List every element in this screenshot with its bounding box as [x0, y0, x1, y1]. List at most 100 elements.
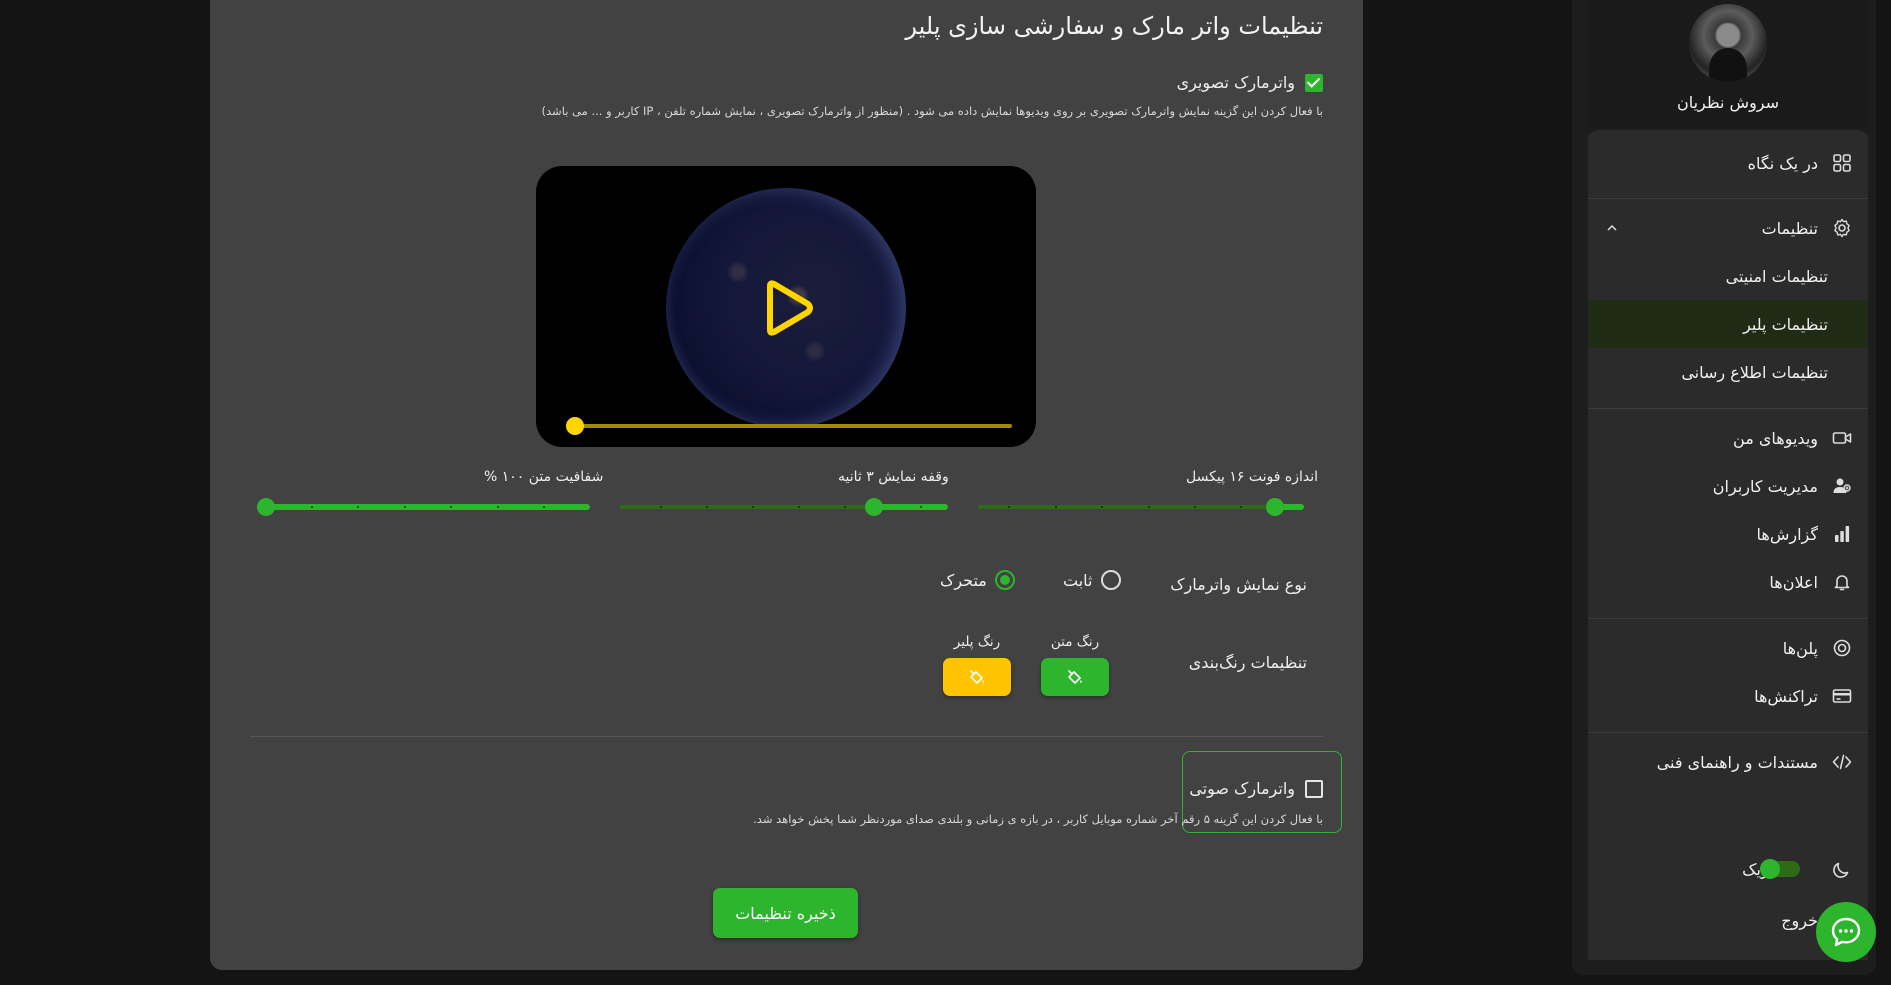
credit-card-icon: [1832, 689, 1852, 703]
sidebar-item-label: اعلان‌ها: [1769, 572, 1818, 592]
moon-icon: [1833, 862, 1849, 878]
audio-watermark-label: واترمارک صوتی: [1189, 779, 1295, 798]
sidebar-item-label: در یک نگاه: [1747, 153, 1818, 173]
display-interval-knob[interactable]: [865, 498, 883, 516]
sidebar-item-docs[interactable]: مستندات و راهنمای فنی: [1588, 738, 1868, 786]
sidebar-item-settings[interactable]: تنظیمات: [1588, 204, 1868, 252]
slider-tick: [497, 506, 499, 508]
sidebar-item-reports[interactable]: گزارش‌ها: [1588, 510, 1868, 558]
player-preview[interactable]: [536, 166, 1036, 447]
sidebar-item-user-management[interactable]: مدیریت کاربران: [1588, 462, 1868, 510]
image-watermark-label: واترمارک تصویری: [1176, 73, 1295, 92]
code-icon: [1832, 754, 1852, 770]
profile-card: سروش نظریان: [1588, 0, 1868, 128]
text-color-label: رنگ متن: [1050, 634, 1100, 650]
slider-tick: [752, 506, 754, 508]
menu-separator: [1588, 732, 1868, 733]
sidebar-item-my-videos[interactable]: ویدیوهای من: [1588, 414, 1868, 462]
bar-chart-icon: [1835, 526, 1850, 542]
font-size-label: اندازه فونت ۱۶ پیکسل: [1186, 469, 1319, 485]
sidebar-item-notification-settings[interactable]: تنظیمات اطلاع رسانی: [1588, 348, 1868, 396]
sidebar-item-label: تنظیمات اطلاع رسانی: [1681, 362, 1828, 382]
slider-tick: [844, 506, 846, 508]
sidebar-item-player-settings[interactable]: تنظیمات پلیر: [1588, 300, 1868, 348]
sidebar-item-transactions[interactable]: تراکنش‌ها: [1588, 672, 1868, 720]
menu-separator: [1588, 618, 1868, 619]
audio-watermark-checkbox[interactable]: [1305, 779, 1323, 798]
sidebar-item-label: تنظیمات: [1761, 218, 1818, 238]
sidebar-item-label: مستندات و راهنمای فنی: [1656, 752, 1818, 772]
slider-tick: [1240, 506, 1242, 508]
sidebar-item-label: پلن‌ها: [1782, 638, 1818, 658]
sidebar-item-label: تراکنش‌ها: [1754, 686, 1818, 706]
radio-animated[interactable]: متحرک: [940, 570, 1015, 590]
sidebar-item-label: خروج: [1781, 910, 1818, 930]
radio-static[interactable]: ثابت: [1063, 570, 1121, 590]
slider-tick: [357, 506, 359, 508]
grid-icon: [1833, 154, 1851, 172]
audio-watermark-option[interactable]: واترمارک صوتی: [1189, 779, 1323, 798]
avatar[interactable]: [1689, 4, 1767, 82]
users-icon: [1833, 478, 1851, 493]
sidebar-item-plans[interactable]: پلن‌ها: [1588, 624, 1868, 672]
text-color-button[interactable]: [1041, 658, 1109, 696]
slider-tick: [1101, 506, 1103, 508]
chat-bubble-icon: [1831, 917, 1861, 947]
coins-icon: [1833, 639, 1851, 657]
sidebar-item-label: مدیریت کاربران: [1712, 476, 1818, 496]
color-settings-title: تنظیمات رنگ‌بندی: [1188, 653, 1307, 672]
player-settings-card: تنظیمات واتر مارک و سفارشی سازی پلیر وات…: [210, 0, 1363, 970]
save-settings-button[interactable]: ذخیره تنظیمات: [713, 888, 858, 938]
user-name: سروش نظریان: [1676, 93, 1780, 112]
sidebar-item-label: ویدیوهای من: [1733, 428, 1818, 448]
image-watermark-option[interactable]: واترمارک تصویری: [1177, 73, 1323, 92]
font-size-slider[interactable]: [978, 496, 1304, 518]
slider-tick: [543, 506, 545, 508]
slider-tick: [660, 506, 662, 508]
dark-mode-toggle[interactable]: [1760, 859, 1800, 879]
display-interval-slider[interactable]: [620, 496, 948, 518]
text-opacity-knob[interactable]: [257, 498, 275, 516]
sidebar-menu: در یک نگاه تنظیمات تنظیمات امنیتی تنظیما…: [1588, 130, 1868, 960]
slider-track: [978, 505, 1304, 509]
radio-static-label: ثابت: [1063, 570, 1093, 590]
sidebar-item-overview[interactable]: در یک نگاه: [1588, 139, 1868, 187]
text-opacity-label: شفافیت متن ۱۰۰ %: [484, 469, 604, 485]
gear-icon: [1834, 218, 1850, 238]
section-divider: [250, 736, 1323, 737]
player-color-button[interactable]: [943, 658, 1011, 696]
play-icon[interactable]: [760, 278, 816, 338]
image-watermark-checkbox[interactable]: [1305, 73, 1323, 92]
video-camera-icon: [1832, 432, 1852, 444]
text-opacity-slider[interactable]: [257, 496, 590, 518]
slider-fill: [874, 504, 948, 510]
radio-static-circle[interactable]: [1100, 570, 1121, 590]
video-progress-track[interactable]: [568, 424, 1012, 428]
dark-mode-row[interactable]: تاریک: [1588, 845, 1868, 893]
sidebar-item-label: تنظیمات پلیر: [1743, 314, 1828, 334]
slider-tick: [1055, 506, 1057, 508]
sidebar: سروش نظریان در یک نگاه تنظیمات تنظیمات ا…: [1572, 0, 1876, 975]
display-interval-label: وقفه نمایش ۳ ثانیه: [838, 469, 949, 485]
radio-animated-circle[interactable]: [994, 570, 1015, 590]
player-color-picker[interactable]: رنگ پلیر: [943, 634, 1011, 696]
slider-tick: [1194, 506, 1196, 508]
audio-watermark-hint: با فعال کردن این گزینه ۵ رقم آخر شماره م…: [753, 812, 1323, 826]
slider-fill: [257, 504, 590, 510]
slider-tick: [1008, 506, 1010, 508]
sidebar-item-label: گزارش‌ها: [1756, 524, 1818, 544]
slider-tick: [920, 506, 922, 508]
paint-bucket-icon: [1068, 670, 1082, 684]
menu-separator: [1588, 408, 1868, 409]
sidebar-item-label: تنظیمات امنیتی: [1725, 266, 1828, 286]
paint-bucket-icon: [970, 670, 984, 684]
font-size-knob[interactable]: [1266, 498, 1284, 516]
slider-tick: [798, 506, 800, 508]
sidebar-item-announcements[interactable]: اعلان‌ها: [1588, 558, 1868, 606]
video-progress-thumb[interactable]: [566, 417, 584, 435]
image-watermark-hint: با فعال کردن این گزینه نمایش واترمارک تص…: [541, 104, 1323, 118]
slider-tick: [706, 506, 708, 508]
chat-support-button[interactable]: [1816, 902, 1876, 962]
text-color-picker[interactable]: رنگ متن: [1041, 634, 1109, 696]
sidebar-item-security-settings[interactable]: تنظیمات امنیتی: [1588, 252, 1868, 300]
